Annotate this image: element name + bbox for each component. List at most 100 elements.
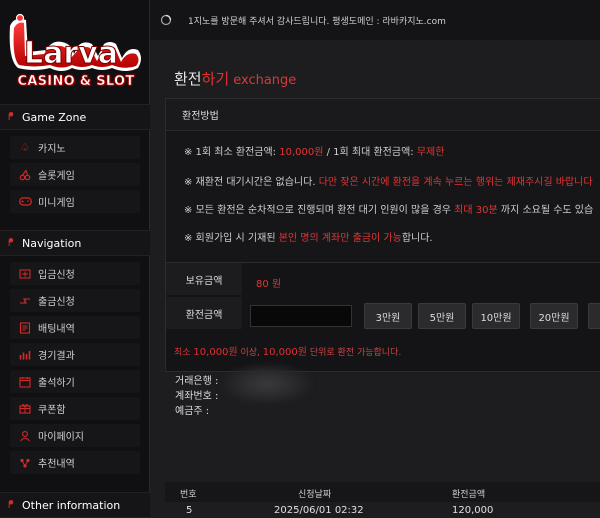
- sidebar-item-label: 마이페이지: [38, 432, 84, 443]
- larva-logo-icon: Larva: [9, 13, 141, 72]
- note-text: 단위로 환전 가능합니다.: [306, 348, 402, 358]
- section-other-information: ᖰ Other information: [0, 492, 150, 518]
- sidebar-item-label: 추천내역: [38, 459, 75, 470]
- section-title: Navigation: [22, 236, 82, 250]
- notice-icon: [160, 14, 172, 26]
- amount-200000-button[interactable]: 20만원: [530, 303, 578, 329]
- page-title-en: exchange: [233, 73, 297, 88]
- sidebar-item-minigame[interactable]: 미니게임: [10, 190, 140, 213]
- exchange-amount-label: 환전금액: [166, 297, 242, 329]
- page-title-accent: 하기: [201, 70, 230, 88]
- sidebar-item-label: 카지노: [38, 144, 66, 155]
- main-content: 환전하기 exchange 환전방법 ※ 1회 최소 환전금액: 10,000원 …: [150, 40, 600, 518]
- section-title: Other information: [22, 498, 121, 512]
- bank-name-label: 거래은행 :: [175, 376, 219, 387]
- logo-subtitle: CASINO & SLOT: [17, 74, 135, 90]
- brand-logo[interactable]: Larva CASINO & SLOT: [0, 0, 150, 102]
- amount-more-button[interactable]: [588, 303, 600, 329]
- sidebar-item-label: 입금신청: [38, 270, 75, 281]
- sidebar-item-deposit[interactable]: 입금신청: [10, 262, 140, 285]
- account-holder-label: 예금주 :: [175, 406, 210, 417]
- account-number-label: 계좌번호 :: [175, 391, 219, 402]
- withdraw-icon: [18, 294, 32, 308]
- info-highlight: 본인 명의 계좌만 출금이 가능: [278, 233, 402, 244]
- section-navigation: ᖰ Navigation: [0, 230, 150, 256]
- sidebar-item-label: 쿠폰함: [38, 405, 66, 416]
- info-text: ※ 재환전 대기시간은 없습니다.: [184, 177, 319, 188]
- info-text: ※ 1회 최소 환전금액:: [184, 147, 280, 158]
- coupon-icon: [18, 402, 32, 416]
- info-line-3: ※ 모든 환전은 순차적으로 진행되며 환전 대기 인원이 많을 경우 최대 3…: [184, 201, 593, 216]
- redacted-bank-info: [222, 364, 312, 404]
- sidebar-item-attendance[interactable]: 출석하기: [10, 370, 140, 393]
- row-amount: 120,000: [452, 505, 494, 516]
- note-unit: 10,000원: [262, 347, 307, 358]
- info-text: ※ 회원가입 시 기재된: [184, 233, 279, 244]
- sidebar-item-withdraw[interactable]: 출금신청: [10, 289, 140, 312]
- section-title: Game Zone: [22, 110, 87, 124]
- sidebar-item-slot[interactable]: 슬롯게임: [10, 163, 140, 186]
- col-header-date: 신청날짜: [298, 490, 332, 500]
- info-highlight: 최대 30분: [454, 205, 498, 216]
- logo-icon: ᖰ: [8, 498, 14, 511]
- user-icon: [18, 429, 32, 443]
- amount-100000-button[interactable]: 10만원: [472, 303, 520, 329]
- info-line-1: ※ 1회 최소 환전금액: 10,000원 / 1회 최대 환전금액: 무제한: [184, 143, 444, 158]
- info-highlight: 다만 잦은 시간에 환전을 계속 누르는 행위는 제재주시길 바랍니다: [318, 177, 593, 188]
- spade-icon: ♤: [20, 141, 30, 154]
- row-date: 2025/06/01 02:32: [274, 505, 364, 516]
- info-line-4: ※ 회원가입 시 기재된 본인 명의 계좌만 출금이 가능합니다.: [184, 229, 433, 244]
- info-text: 합니다.: [401, 233, 433, 244]
- sidebar-item-coupon[interactable]: 쿠폰함: [10, 397, 140, 420]
- note-min: 10,000원: [193, 347, 238, 358]
- exchange-form: 보유금액 80 원 환전금액 3만원 5만원 10만원 20만원 최소 10,0…: [165, 262, 600, 372]
- sidebar-item-results[interactable]: 경기결과: [10, 343, 140, 366]
- sidebar-item-mypage[interactable]: 마이페이지: [10, 424, 140, 447]
- results-icon: [18, 348, 32, 362]
- referral-icon: [18, 456, 32, 470]
- exchange-amount-input[interactable]: [250, 305, 352, 327]
- sidebar-item-label: 배팅내역: [38, 324, 75, 335]
- info-line-2: ※ 재환전 대기시간은 없습니다. 다만 잦은 시간에 환전을 계속 누르는 행…: [184, 173, 593, 188]
- cherry-icon: [18, 168, 32, 182]
- calendar-icon: [18, 375, 32, 389]
- page-title-main: 환전: [174, 70, 202, 88]
- info-highlight: 10,000원: [279, 147, 324, 158]
- sidebar-item-casino[interactable]: ♤ 카지노: [10, 136, 140, 159]
- info-highlight: 무제한: [416, 147, 445, 158]
- logo-icon: ᖰ: [8, 110, 14, 123]
- page-root: Larva CASINO & SLOT ᖰ Game Zone ♤ 카지노 슬롯…: [0, 0, 600, 518]
- sidebar-item-betting-history[interactable]: 배팅내역: [10, 316, 140, 339]
- hold-amount-label: 보유금액: [166, 263, 242, 295]
- sidebar-item-label: 슬롯게임: [38, 171, 75, 182]
- history-table-header: [165, 482, 600, 502]
- exchange-note: 최소 10,000원 이상, 10,000원 단위로 환전 가능합니다.: [174, 343, 401, 358]
- logo-icon: ᖰ: [8, 236, 14, 249]
- sidebar-item-label: 경기결과: [38, 351, 75, 362]
- note-text: 최소: [174, 348, 194, 358]
- logo-text: Larva: [24, 36, 118, 71]
- row-no: 5: [186, 505, 193, 516]
- section-game-zone: ᖰ Game Zone: [0, 104, 150, 130]
- sidebar-item-referral[interactable]: 추천내역: [10, 451, 140, 474]
- amount-50000-button[interactable]: 5만원: [418, 303, 466, 329]
- gamepad-icon: [18, 195, 32, 209]
- deposit-icon: [18, 267, 32, 281]
- info-text: 까지 소요될 수도 있습: [497, 205, 594, 216]
- amount-30000-button[interactable]: 3만원: [364, 303, 412, 329]
- sidebar-item-label: 미니게임: [38, 198, 75, 209]
- info-text: ※ 모든 환전은 순차적으로 진행되며 환전 대기 인원이 많을 경우: [184, 205, 455, 216]
- note-text: 이상,: [237, 348, 263, 358]
- hold-amount-value: 80 원: [256, 279, 282, 290]
- page-title: 환전하기 exchange: [174, 68, 296, 89]
- exchange-method-heading: 환전방법: [166, 99, 600, 131]
- sidebar-item-label: 출석하기: [38, 378, 75, 389]
- col-header-amount: 환전금액: [452, 490, 486, 500]
- sidebar: Larva CASINO & SLOT ᖰ Game Zone ♤ 카지노 슬롯…: [0, 0, 150, 518]
- sidebar-item-label: 출금신청: [38, 297, 75, 308]
- col-header-no: 번호: [180, 490, 197, 500]
- info-text: / 1회 최대 환전금액:: [323, 147, 417, 158]
- notice-bar: 1지노를 방문해 주셔서 감사드립니다. 평생도메인 : 라바카지노.com: [150, 0, 600, 40]
- betting-history-icon: [18, 321, 32, 335]
- notice-text: 1지노를 방문해 주셔서 감사드립니다. 평생도메인 : 라바카지노.com: [188, 16, 446, 27]
